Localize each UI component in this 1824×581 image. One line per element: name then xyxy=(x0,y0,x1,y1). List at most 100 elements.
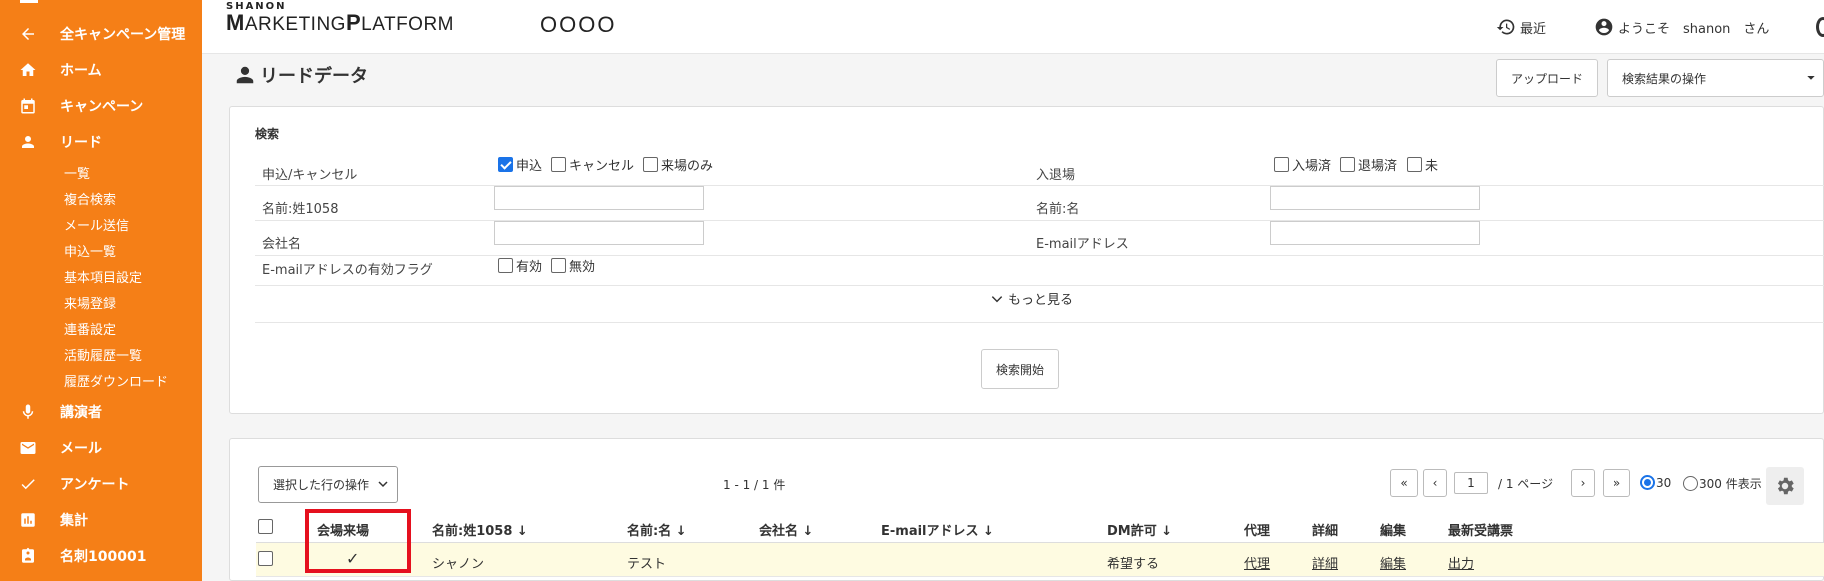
sidebar-subitem-basic-settings[interactable]: 基本項目設定 xyxy=(64,267,142,286)
email-valid-checkbox[interactable]: 有効 xyxy=(498,256,542,275)
sidebar-item-label: リード xyxy=(60,135,102,151)
search-panel: 検索 申込/キャンセル 申込 キャンセル 来場のみ 入退場 入場済 退場済 未 … xyxy=(229,106,1824,414)
sidebar-subitem-send-mail[interactable]: メール送信 xyxy=(64,215,129,234)
col-detail: 詳細 xyxy=(1312,524,1339,539)
sidebar-item-aggregate[interactable]: 集計 xyxy=(0,505,202,535)
table-row[interactable]: ✓ シャノン テスト 希望する 代理 詳細 編集 出力 xyxy=(256,543,1824,577)
col-first-name[interactable]: 名前:名 ↓ xyxy=(627,520,687,539)
per-page-300-radio[interactable]: 300 件表示 xyxy=(1683,475,1762,492)
gear-icon xyxy=(1777,477,1794,495)
sidebar-subitem-serial-settings[interactable]: 連番設定 xyxy=(64,319,116,338)
not-yet-checkbox[interactable]: 未 xyxy=(1407,155,1438,174)
email-input[interactable] xyxy=(1270,221,1480,245)
cell-dm: 希望する xyxy=(1107,557,1160,572)
col-last-name[interactable]: 名前:姓1058 ↓ xyxy=(432,520,528,539)
edit-link[interactable]: 編集 xyxy=(1380,553,1406,572)
sidebar-item-lead[interactable]: リード xyxy=(0,127,202,157)
col-company[interactable]: 会社名 ↓ xyxy=(759,520,813,539)
search-row xyxy=(255,256,1824,286)
col-proxy: 代理 xyxy=(1244,524,1271,539)
chevron-down-icon xyxy=(377,478,389,493)
sidebar-item-mail[interactable]: メール xyxy=(0,433,202,463)
visit-only-checkbox[interactable]: 来場のみ xyxy=(643,155,713,174)
show-more-label: もっと見る xyxy=(1008,293,1074,308)
sidebar-item-label: 講演者 xyxy=(60,405,102,421)
history-icon xyxy=(1496,19,1515,35)
page-number-input[interactable]: 1 xyxy=(1454,472,1488,494)
sidebar-subitem-list[interactable]: 一覧 xyxy=(64,163,90,182)
col-dm[interactable]: DM許可 ↓ xyxy=(1107,520,1172,539)
upload-button[interactable]: アップロード xyxy=(1496,59,1598,97)
mail-icon xyxy=(18,439,38,457)
sidebar-item-label: アンケート xyxy=(60,477,130,493)
row-checkbox[interactable] xyxy=(258,551,273,566)
sidebar-item-label: 名刺100001 xyxy=(60,549,147,565)
proxy-link[interactable]: 代理 xyxy=(1244,553,1270,572)
help-icon[interactable] xyxy=(1816,17,1824,37)
check-icon xyxy=(18,475,38,493)
next-page-button[interactable]: › xyxy=(1571,469,1595,497)
email-invalid-checkbox[interactable]: 無効 xyxy=(551,256,595,275)
checkbox-icon xyxy=(551,157,566,172)
user-menu[interactable]: ようこそ shanon さん xyxy=(1594,17,1769,37)
per-page-30-radio[interactable]: 30 xyxy=(1640,475,1671,490)
email-label: E-mailアドレス xyxy=(1036,237,1129,252)
col-latest-ticket: 最新受講票 xyxy=(1448,524,1514,539)
first-name-input[interactable] xyxy=(1270,186,1480,210)
search-results-ops-select[interactable]: 検索結果の操作 xyxy=(1607,59,1824,97)
menu-icon[interactable] xyxy=(20,0,38,3)
cancel-checkbox[interactable]: キャンセル xyxy=(551,155,634,174)
sidebar-subitem-compound-search[interactable]: 複合検索 xyxy=(64,189,116,208)
email-flag-label: E-mailアドレスの有効フラグ xyxy=(262,263,433,278)
checkbox-checked-icon xyxy=(498,157,513,172)
first-page-button[interactable]: « xyxy=(1390,469,1418,497)
sidebar-subitem-activity-history[interactable]: 活動履歴一覧 xyxy=(64,345,142,364)
sidebar-item-campaign[interactable]: キャンペーン xyxy=(0,91,202,121)
home-icon xyxy=(18,61,38,79)
company-label: 会社名 xyxy=(262,237,302,252)
page-title-text: リードデータ xyxy=(260,66,368,87)
prev-page-button[interactable]: ‹ xyxy=(1423,469,1447,497)
apply-checkbox[interactable]: 申込 xyxy=(498,155,542,174)
sidebar-back-label: 全キャンペーン管理 xyxy=(60,27,186,43)
exited-checkbox[interactable]: 退場済 xyxy=(1340,155,1397,174)
recent-button[interactable]: 最近 xyxy=(1496,17,1546,37)
search-title: 検索 xyxy=(255,127,280,141)
last-name-label: 名前:姓1058 xyxy=(262,202,339,217)
sidebar-item-survey[interactable]: アンケート xyxy=(0,469,202,499)
sidebar-item-label: キャンペーン xyxy=(60,99,144,115)
sidebar-subitem-application-list[interactable]: 申込一覧 xyxy=(64,241,116,260)
col-email[interactable]: E-mailアドレス ↓ xyxy=(881,520,994,539)
company-input[interactable] xyxy=(494,221,704,245)
sidebar-subitem-history-download[interactable]: 履歴ダウンロード xyxy=(64,371,168,390)
checkbox-icon xyxy=(643,157,658,172)
welcome-text: ようこそ shanon さん xyxy=(1618,21,1770,37)
ticket-output-link[interactable]: 出力 xyxy=(1448,553,1474,572)
select-all-checkbox[interactable] xyxy=(258,519,273,534)
checkbox-icon xyxy=(1340,157,1355,172)
person-icon xyxy=(18,133,38,151)
entry-exit-label: 入退場 xyxy=(1036,168,1076,183)
page-total: / 1 ページ xyxy=(1498,477,1554,491)
cell-first-name: テスト xyxy=(627,557,667,572)
top-header: SHANON MARKETINGPLATFORM OOOO 最近 ようこそ sh… xyxy=(202,0,1824,54)
sidebar-subitem-visit-registration[interactable]: 来場登録 xyxy=(64,293,116,312)
arrow-left-icon xyxy=(18,25,38,43)
sidebar-item-home[interactable]: ホーム xyxy=(0,55,202,85)
first-name-label: 名前:名 xyxy=(1036,202,1080,217)
last-page-button[interactable]: » xyxy=(1603,469,1630,497)
detail-link[interactable]: 詳細 xyxy=(1312,553,1338,572)
settings-button[interactable] xyxy=(1766,467,1804,505)
entered-checkbox[interactable]: 入場済 xyxy=(1274,155,1331,174)
radio-icon xyxy=(1683,476,1698,491)
sidebar-back-all-campaigns[interactable]: 全キャンペーン管理 xyxy=(0,19,202,49)
last-name-input[interactable] xyxy=(494,186,704,210)
sidebar-item-business-card[interactable]: 名刺100001 xyxy=(0,541,202,571)
result-count: 1 - 1 / 1 件 xyxy=(723,478,786,492)
search-start-button[interactable]: 検索開始 xyxy=(981,349,1059,389)
show-more-toggle[interactable]: もっと見る xyxy=(990,289,1073,308)
selected-rows-ops-select[interactable]: 選択した行の操作 xyxy=(258,466,398,503)
results-panel: 選択した行の操作 1 - 1 / 1 件 « ‹ 1 / 1 ページ › » 3… xyxy=(229,438,1824,581)
logo-product[interactable]: MARKETINGPLATFORM xyxy=(226,10,454,36)
sidebar-item-speaker[interactable]: 講演者 xyxy=(0,397,202,427)
